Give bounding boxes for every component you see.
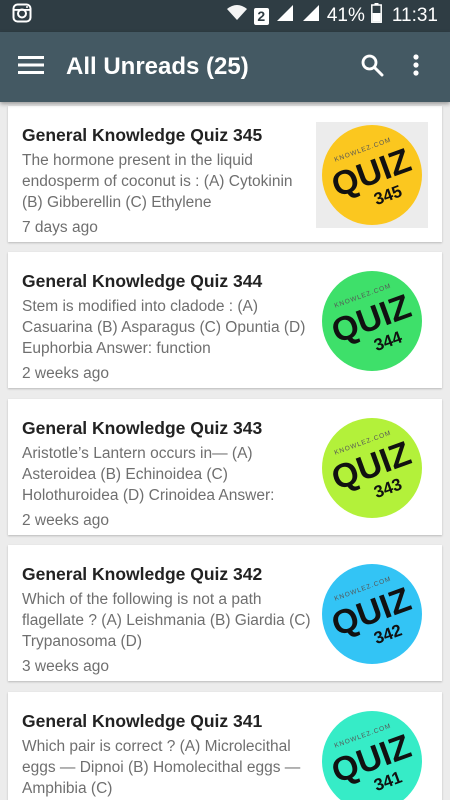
article-thumbnail: KNOWLEZ.COM QUIZ 345	[316, 122, 428, 228]
article-card[interactable]: General Knowledge Quiz 344 Stem is modifi…	[8, 252, 442, 388]
article-text: General Knowledge Quiz 345 The hormone pr…	[22, 124, 312, 238]
battery-percentage: 41%	[326, 5, 365, 26]
more-vert-icon	[412, 53, 420, 82]
hamburger-menu-icon	[18, 55, 44, 80]
article-title: General Knowledge Quiz 342	[22, 564, 263, 584]
clock: 11:31	[391, 5, 438, 26]
article-excerpt: The hormone present in the liquid endosp…	[22, 152, 293, 211]
app-bar: All Unreads (25)	[0, 32, 450, 102]
battery-icon	[370, 3, 382, 29]
article-time: 7 days ago	[22, 219, 98, 236]
article-text: General Knowledge Quiz 341 Which pair is …	[22, 710, 312, 800]
article-thumbnail: KNOWLEZ.COM QUIZ 341	[316, 708, 428, 800]
signal-icon-2	[301, 4, 321, 28]
overflow-menu-button[interactable]	[398, 49, 434, 85]
article-text: General Knowledge Quiz 344 Stem is modifi…	[22, 270, 312, 384]
instagram-icon	[12, 3, 32, 29]
signal-icon	[275, 4, 295, 28]
article-excerpt: Which of the following is not a path fla…	[22, 591, 311, 650]
article-excerpt: Which pair is correct ? (A) Microlecitha…	[22, 738, 301, 797]
article-time: 2 weeks ago	[22, 365, 110, 382]
article-title: General Knowledge Quiz 341	[22, 711, 263, 731]
article-thumbnail: KNOWLEZ.COM QUIZ 344	[316, 268, 428, 374]
article-list[interactable]: General Knowledge Quiz 345 The hormone pr…	[0, 102, 450, 800]
article-thumbnail: KNOWLEZ.COM QUIZ 342	[316, 561, 428, 667]
article-excerpt: Aristotle’s Lantern occurs in— (A) Aster…	[22, 445, 275, 504]
article-time: 3 weeks ago	[22, 658, 110, 675]
article-card[interactable]: General Knowledge Quiz 342 Which of the f…	[8, 545, 442, 681]
article-excerpt: Stem is modified into cladode : (A) Casu…	[22, 298, 306, 357]
status-bar: 2 41% 11:31	[0, 0, 450, 32]
page-title: All Unreads (25)	[66, 53, 249, 80]
article-text: General Knowledge Quiz 342 Which of the f…	[22, 563, 312, 677]
article-title: General Knowledge Quiz 343	[22, 418, 263, 438]
menu-button[interactable]	[16, 52, 46, 82]
article-title: General Knowledge Quiz 344	[22, 271, 263, 291]
search-button[interactable]	[354, 49, 390, 85]
article-card[interactable]: General Knowledge Quiz 341 Which pair is …	[8, 692, 442, 800]
article-text: General Knowledge Quiz 343 Aristotle’s La…	[22, 417, 312, 531]
sim-badge: 2	[253, 7, 269, 25]
wifi-icon	[226, 4, 248, 28]
article-title: General Knowledge Quiz 345	[22, 125, 263, 145]
article-card[interactable]: General Knowledge Quiz 343 Aristotle’s La…	[8, 399, 442, 535]
article-thumbnail: KNOWLEZ.COM QUIZ 343	[316, 415, 428, 521]
search-icon	[360, 53, 384, 82]
article-time: 2 weeks ago	[22, 512, 110, 529]
article-card[interactable]: General Knowledge Quiz 345 The hormone pr…	[8, 106, 442, 242]
